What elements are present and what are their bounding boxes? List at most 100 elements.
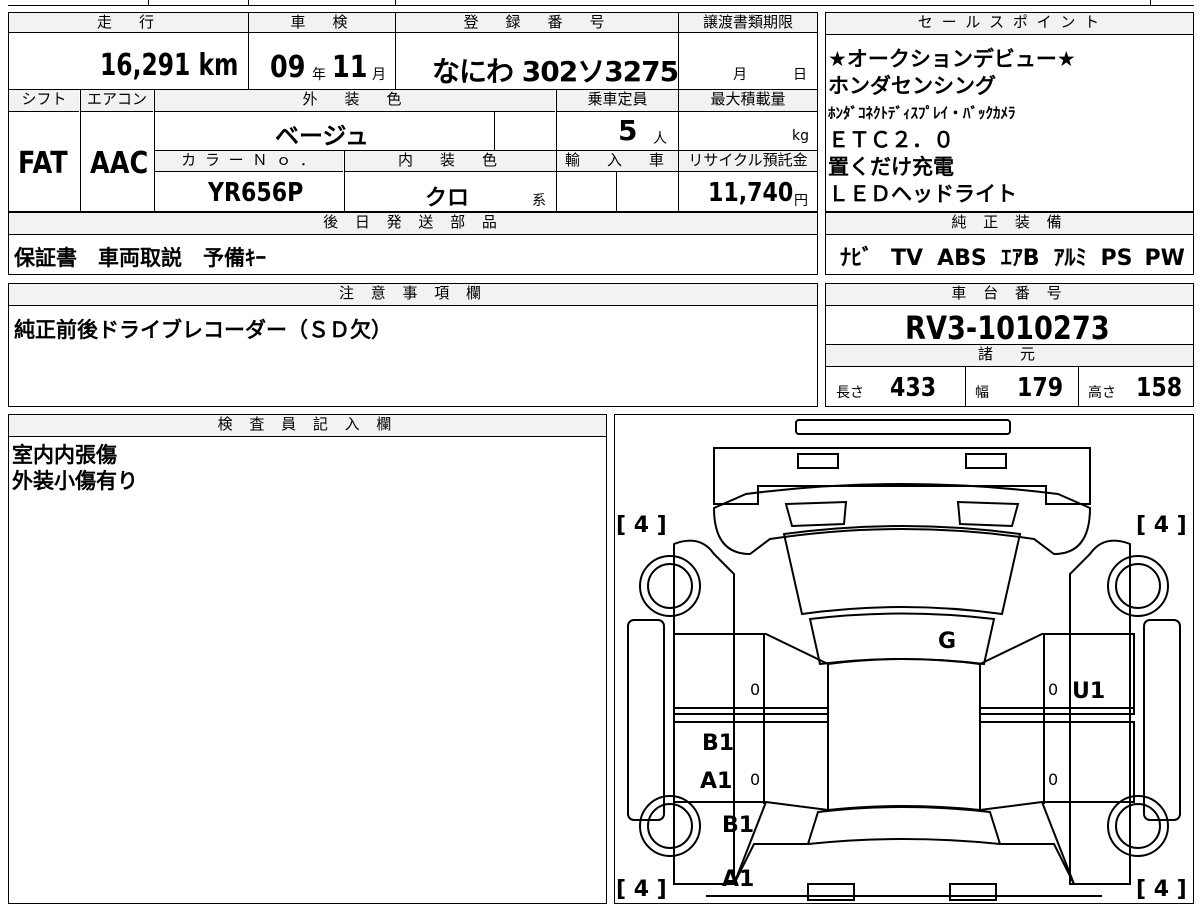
later-parts-value: 保証書 車両取説 予備ｷｰ	[14, 246, 266, 270]
tire-front-left: [ 4 ]	[616, 513, 667, 538]
recycle-unit: 円	[794, 193, 808, 209]
rear-lamp-left	[807, 883, 855, 901]
height-value: 158	[1136, 373, 1183, 403]
inspection-month: 11	[332, 50, 368, 85]
recycle-fee-header: リサイクル預託金	[679, 151, 817, 172]
registration-value: なにわ 302ソ3275	[432, 55, 679, 88]
equipment-item: PW	[1144, 246, 1185, 271]
later-parts-header: 後 日 発 送 部 品	[9, 213, 817, 235]
rear-pillar-right	[1000, 843, 1075, 885]
max-load-header: 最大積載量	[679, 90, 817, 112]
front-grille-right	[956, 500, 1020, 528]
top-partial-strip	[8, 0, 1194, 6]
exterior-color-value: ベージュ	[275, 122, 369, 150]
car-diagram: 0 0 0 0 [ 4 ] [ 4 ] [ 4 ] [ 4 ] G U1 B1 …	[616, 419, 1187, 902]
windshield	[782, 525, 1022, 616]
registration-header: 登 録 番 号	[396, 13, 678, 33]
sales-points-list: ★オークションデビュー★ ホンダセンシング ﾎﾝﾀﾞｺﾈｸﾄﾃﾞｨｽﾌﾟﾚｲ・ﾊ…	[828, 46, 1190, 208]
sales-point-item: 置くだけ充電	[828, 155, 954, 179]
chassis-value: RV3-1010273	[905, 309, 1110, 347]
front-bumper	[795, 419, 1011, 435]
roof	[808, 612, 996, 666]
chassis-header: 車 台 番 号	[826, 284, 1193, 306]
equipment-item: ｱﾙﾐ	[1053, 246, 1087, 271]
interior-color-value: クロ	[425, 186, 470, 211]
color-no-header: カ ラ ー Ｎ ｏ ．	[155, 151, 343, 172]
door-front-left	[673, 633, 829, 715]
mark-windshield: G	[938, 629, 956, 654]
front-grille-left	[784, 500, 848, 528]
mark-left-rear-door-2: A1	[700, 769, 732, 794]
inspector-note: 外装小傷有り	[12, 469, 138, 493]
front-outline	[713, 447, 1091, 505]
rear-window	[806, 806, 1002, 846]
mirror-right	[1143, 619, 1181, 821]
shift-header: シフト	[9, 90, 79, 112]
vehicle-info-table	[8, 12, 818, 212]
equipment-item: ｴｱB	[1000, 246, 1040, 271]
genuine-equipment-header: 純 正 装 備	[826, 213, 1193, 235]
specs-header: 諸 元	[826, 345, 1193, 367]
inspector-notes-list: 室内内張傷 外装小傷有り	[12, 442, 138, 494]
door-rear-right	[979, 721, 1135, 812]
door-handle-rl: 0	[750, 770, 760, 789]
door-handle-fl: 0	[750, 680, 760, 699]
body-right	[1069, 539, 1131, 885]
aircon-value: AAC	[90, 146, 149, 181]
sales-point-item: ＬＥＤヘッドライト	[828, 182, 1017, 206]
shift-value: FAT	[18, 146, 68, 181]
mark-left-rear-fender-2: A1	[722, 867, 754, 892]
notes-header: 注 意 事 項 欄	[9, 284, 817, 306]
mirror-left	[627, 619, 665, 821]
tire-rear-left: [ 4 ]	[616, 877, 667, 902]
mark-right-front-door: U1	[1072, 679, 1105, 704]
inspector-note: 室内内張傷	[12, 443, 117, 467]
mileage-value: 16,291 km	[100, 48, 239, 83]
sales-points-header: セ ー ル ス ポ イ ン ト	[826, 13, 1193, 35]
front-lamp-right	[965, 453, 1007, 469]
wheel-front-right-inner	[1115, 563, 1161, 609]
door-handle-rr: 0	[1048, 770, 1058, 789]
front-lamp-left	[797, 453, 839, 469]
interior-color-header: 内 装 色	[345, 151, 556, 172]
mark-left-rear-fender-1: B1	[722, 813, 754, 838]
mileage-header: 走 行	[9, 13, 248, 33]
sales-point-item: ホンダセンシング	[828, 74, 996, 98]
equipment-item: ﾅﾋﾞ	[840, 246, 874, 271]
max-load-unit: kg	[792, 128, 809, 144]
rear-lamp-right	[949, 883, 997, 901]
height-label: 高さ	[1088, 385, 1116, 401]
notes-value: 純正前後ドライブレコーダー（ＳＤ欠）	[14, 318, 392, 342]
sales-point-item: ＥＴＣ２．０	[828, 128, 954, 152]
import-car-header: 輸 入 車	[557, 151, 678, 172]
capacity-unit: 人	[653, 131, 667, 147]
wheel-front-left-inner	[647, 563, 693, 609]
exterior-color-header: 外 装 色	[155, 90, 555, 112]
capacity-value: 5	[618, 114, 638, 147]
inspection-value: 09	[270, 50, 306, 85]
inspection-header: 車 検	[249, 13, 395, 33]
wheel-rear-left-inner	[647, 803, 693, 849]
capacity-header: 乗車定員	[557, 90, 678, 112]
color-no-value: YR656P	[208, 178, 304, 208]
aircon-header: エアコン	[81, 90, 153, 112]
inspector-notes-header: 検 査 員 記 入 欄	[9, 415, 606, 437]
sales-point-item: ★オークションデビュー★	[828, 47, 1076, 71]
deadline-day: 日	[793, 67, 807, 83]
wheel-rear-right-inner	[1115, 803, 1161, 849]
interior-suffix: 系	[532, 193, 546, 209]
hood	[712, 483, 1092, 556]
sales-point-item: ﾎﾝﾀﾞｺﾈｸﾄﾃﾞｨｽﾌﾟﾚｲ・ﾊﾞｯｸｶﾒﾗ	[828, 104, 1016, 122]
door-front-right	[979, 633, 1135, 715]
length-label: 長さ	[836, 385, 864, 401]
door-handle-fr: 0	[1048, 680, 1058, 699]
tire-rear-right: [ 4 ]	[1136, 877, 1187, 902]
width-label: 幅	[975, 385, 989, 401]
width-value: 179	[1017, 373, 1064, 403]
cabin-top	[827, 658, 981, 812]
equipment-list: ﾅﾋﾞ TV ABS ｴｱB ｱﾙﾐ PS PW	[840, 240, 1190, 272]
length-value: 433	[890, 373, 937, 403]
inspection-year-unit: 年	[312, 67, 326, 83]
mark-left-rear-door-1: B1	[702, 731, 734, 756]
inspection-month-unit: 月	[372, 67, 386, 83]
